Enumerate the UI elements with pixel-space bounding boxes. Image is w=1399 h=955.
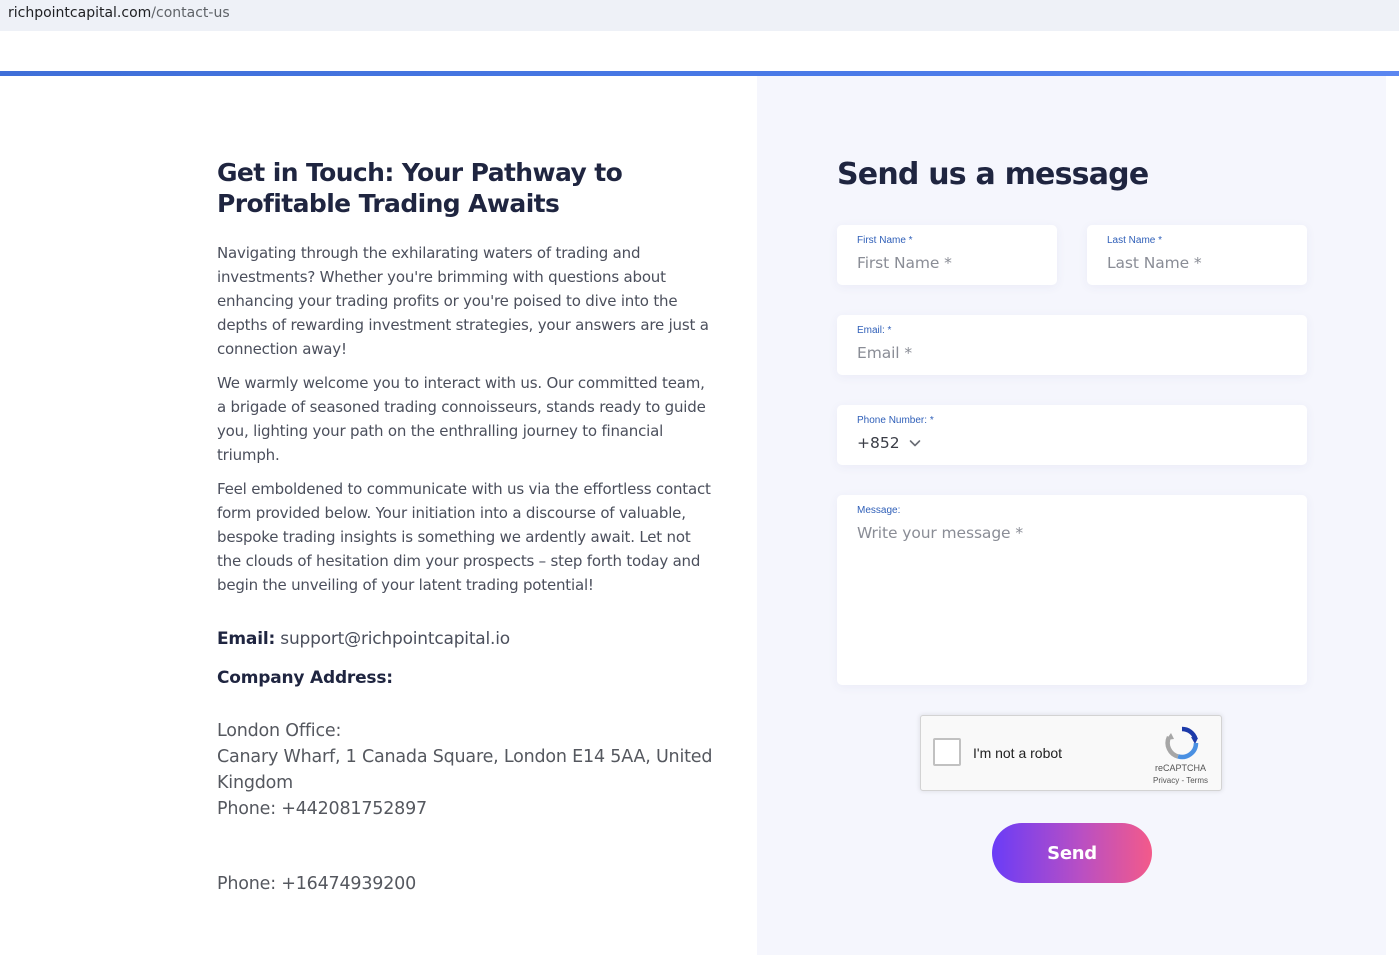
- form-title: Send us a message: [837, 157, 1149, 192]
- chevron-down-icon[interactable]: [909, 438, 921, 448]
- recaptcha-links: Privacy - Terms: [1153, 776, 1208, 785]
- first-name-field[interactable]: First Name * First Name *: [837, 225, 1057, 285]
- recaptcha-terms-link[interactable]: Terms: [1186, 776, 1208, 785]
- address-bar[interactable]: richpointcapital.com/contact-us: [0, 0, 1399, 31]
- message-textarea[interactable]: Write your message *: [857, 524, 1023, 542]
- email-field[interactable]: Email: * Email *: [837, 315, 1307, 375]
- address-label: Company Address:: [217, 668, 393, 688]
- recaptcha-logo-icon: [1165, 726, 1199, 760]
- email-link[interactable]: support@richpointcapital.io: [280, 629, 510, 649]
- phone-label: Phone Number: *: [857, 415, 934, 426]
- office-phone: Phone: +442081752897: [217, 799, 427, 819]
- email-label: Email:: [217, 629, 276, 649]
- recaptcha-brand: reCAPTCHA: [1155, 763, 1207, 773]
- intro-paragraph-3: Feel emboldened to communicate with us v…: [217, 480, 711, 594]
- country-code-select[interactable]: +852: [857, 434, 900, 452]
- page-title: Get in Touch: Your Pathway to Profitable…: [217, 158, 623, 218]
- intro-paragraph-1: Navigating through the exhilarating wate…: [217, 244, 709, 358]
- email-field-label: Email: *: [857, 325, 892, 336]
- send-button[interactable]: Send: [992, 823, 1152, 883]
- url-path: /contact-us: [151, 5, 230, 21]
- recaptcha-widget: I'm not a robot reCAPTCHA Privacy - Term…: [920, 715, 1222, 791]
- intro-paragraph-2: We warmly welcome you to interact with u…: [217, 374, 706, 464]
- recaptcha-text: I'm not a robot: [973, 745, 1063, 761]
- email-input[interactable]: Email *: [857, 344, 912, 362]
- secondary-phone: Phone: +16474939200: [217, 874, 417, 894]
- last-name-label: Last Name *: [1107, 235, 1163, 246]
- url-domain: richpointcapital.com: [8, 5, 152, 21]
- first-name-input[interactable]: First Name *: [857, 254, 952, 272]
- message-label: Message:: [857, 505, 901, 516]
- office-name: London Office:: [217, 721, 342, 741]
- last-name-input[interactable]: Last Name *: [1107, 254, 1202, 272]
- office-address-block: London Office: Canary Wharf, 1 Canada Sq…: [217, 718, 717, 822]
- contact-email: Email: support@richpointcapital.io: [217, 629, 717, 649]
- recaptcha-checkbox[interactable]: [933, 738, 961, 766]
- office-address: Canary Wharf, 1 Canada Square, London E1…: [217, 747, 713, 793]
- first-name-label: First Name *: [857, 235, 913, 246]
- phone-field[interactable]: Phone Number: * +852: [837, 405, 1307, 465]
- recaptcha-privacy-link[interactable]: Privacy: [1153, 776, 1179, 785]
- message-field[interactable]: Message: Write your message *: [837, 495, 1307, 685]
- contact-info-column: Get in Touch: Your Pathway to Profitable…: [217, 157, 717, 894]
- last-name-field[interactable]: Last Name * Last Name *: [1087, 225, 1307, 285]
